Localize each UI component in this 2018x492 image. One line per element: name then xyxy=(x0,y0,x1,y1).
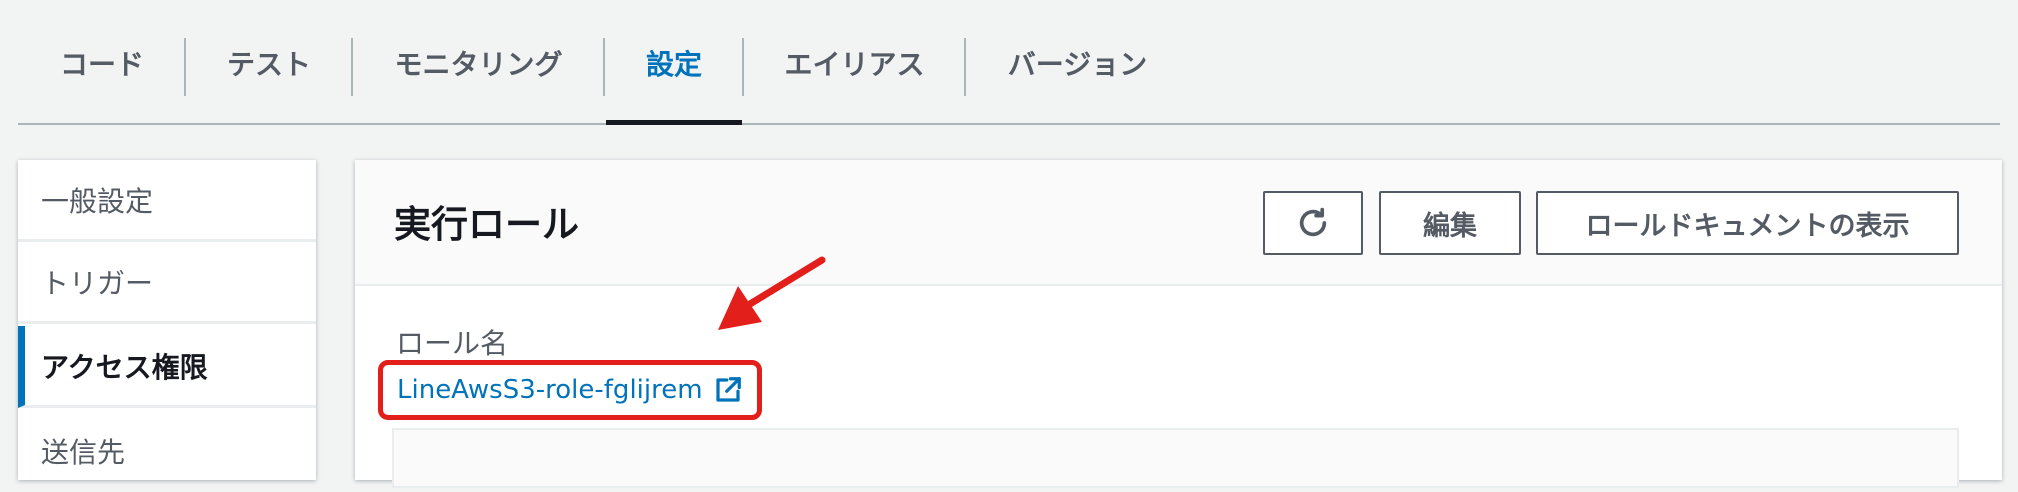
annotation-arrow-icon xyxy=(718,256,826,330)
settings-side-nav: 一般設定 トリガー アクセス権限 送信先 xyxy=(18,160,316,480)
tab-code[interactable]: コード xyxy=(18,0,186,125)
tab-separator xyxy=(742,38,744,96)
tab-bar: コード テスト モニタリング 設定 エイリアス バージョン xyxy=(18,0,2000,125)
execution-role-panel: 実行ロール 編集 ロールドキュメントの表示 ロール名 LineAwsS3-rol… xyxy=(355,160,2002,488)
tab-aliases[interactable]: エイリアス xyxy=(745,0,964,125)
sidenav-item-general[interactable]: 一般設定 xyxy=(18,160,316,242)
view-role-document-button[interactable]: ロールドキュメントの表示 xyxy=(1536,191,1959,255)
sidenav-item-permissions[interactable]: アクセス権限 xyxy=(18,326,316,408)
sidenav-item-destinations[interactable]: 送信先 xyxy=(18,410,316,492)
role-name-label: ロール名 xyxy=(396,327,509,360)
edit-button[interactable]: 編集 xyxy=(1379,191,1521,255)
panel-title: 実行ロール xyxy=(394,203,579,246)
active-tab-indicator xyxy=(606,120,742,125)
tab-monitoring[interactable]: モニタリング xyxy=(353,0,604,125)
tab-test[interactable]: テスト xyxy=(186,0,352,125)
tab-separator xyxy=(603,38,605,96)
tab-versions[interactable]: バージョン xyxy=(966,0,1189,125)
tab-settings[interactable]: 設定 xyxy=(606,0,742,125)
role-details-box xyxy=(392,428,1959,488)
panel-header: 実行ロール 編集 ロールドキュメントの表示 xyxy=(355,160,2002,286)
refresh-button[interactable] xyxy=(1263,191,1363,255)
refresh-icon xyxy=(1299,207,1327,237)
annotation-highlight-box xyxy=(378,360,762,420)
sidenav-item-triggers[interactable]: トリガー xyxy=(18,242,316,324)
